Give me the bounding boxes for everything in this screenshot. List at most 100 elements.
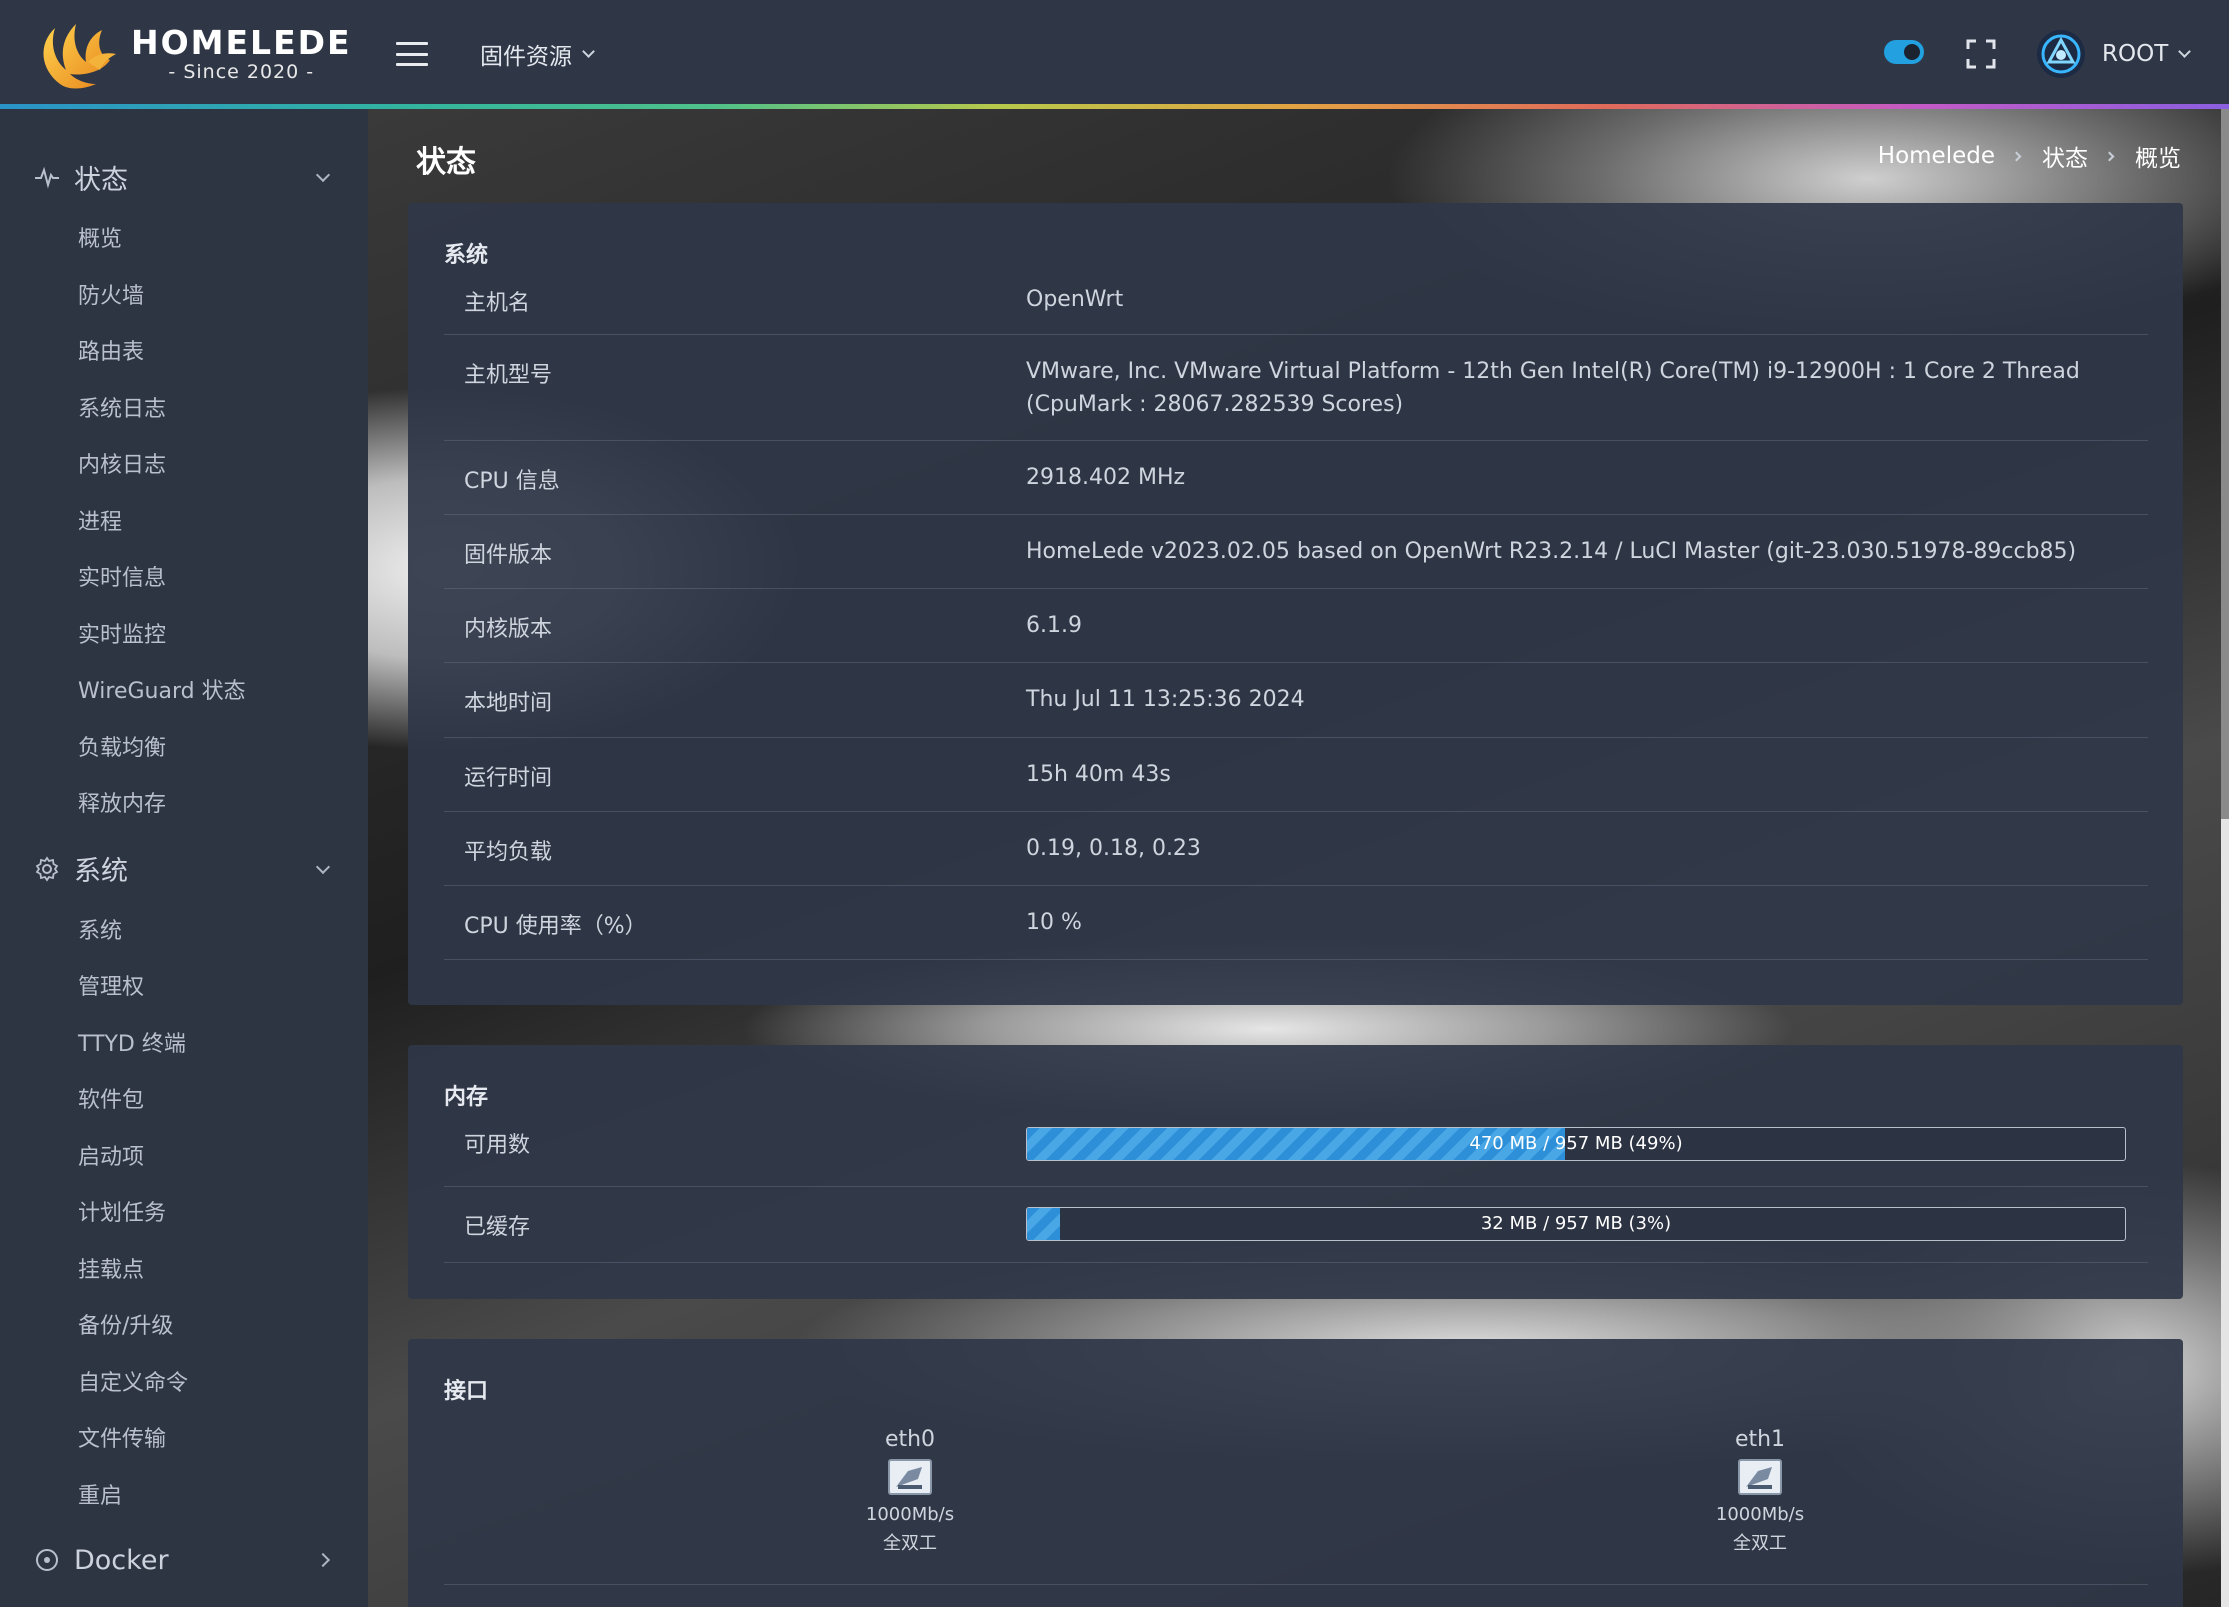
table-row: 运行时间 15h 40m 43s — [444, 738, 2148, 812]
sidebar-item-kernel-log[interactable]: 内核日志 — [0, 438, 368, 495]
table-row: 可用数 470 MB / 957 MB (49%) — [444, 1111, 2148, 1187]
sidebar-item-firewall[interactable]: 防火墙 — [0, 269, 368, 326]
table-row: 本地时间 Thu Jul 11 13:25:36 2024 — [444, 663, 2148, 738]
row-value: 15h 40m 43s — [1026, 762, 1171, 787]
table-row: 主机型号 VMware, Inc. VMware Virtual Platfor… — [444, 335, 2148, 441]
docker-icon — [36, 1549, 58, 1571]
sidebar-item-realtime-monitor[interactable]: 实时监控 — [0, 608, 368, 665]
row-key: CPU 信息 — [464, 469, 560, 494]
hamburger-line — [396, 42, 428, 45]
sidebar-item-mount-points[interactable]: 挂载点 — [0, 1243, 368, 1300]
firmware-resources-label: 固件资源 — [480, 44, 572, 70]
sidebar-item-packages[interactable]: 软件包 — [0, 1073, 368, 1130]
row-key: 主机型号 — [464, 363, 553, 388]
row-value: VMware, Inc. VMware Virtual Platform - 1… — [1026, 359, 2080, 417]
sidebar-item-routes[interactable]: 路由表 — [0, 325, 368, 382]
sidebar-item-free-memory[interactable]: 释放内存 — [0, 777, 368, 834]
menu-toggle-button[interactable] — [396, 42, 428, 66]
sidebar-item-syslog[interactable]: 系统日志 — [0, 382, 368, 439]
row-value: 6.1.9 — [1026, 613, 1082, 638]
row-value: 10 % — [1026, 910, 1082, 935]
hamburger-line — [396, 52, 428, 56]
brand-name: HOMELEDE — [131, 23, 352, 62]
table-row: CPU 信息 2918.402 MHz — [444, 441, 2148, 515]
row-key: 运行时间 — [464, 766, 553, 791]
sidebar-item-overview[interactable]: 概览 — [0, 212, 368, 269]
chevron-down-icon — [315, 859, 331, 874]
memory-card: 内存 可用数 470 MB / 957 MB (49%) 已缓存 32 MB /… — [408, 1045, 2183, 1299]
page-scrollbar[interactable] — [2221, 109, 2229, 1607]
row-key: 已缓存 — [464, 1215, 531, 1240]
sidebar: 状态 概览 防火墙 路由表 系统日志 内核日志 进程 实时信息 实时监控 Wir… — [0, 109, 368, 1607]
sidebar-group-label: Docker — [74, 1544, 169, 1576]
chevron-down-icon — [315, 167, 331, 183]
sidebar-item-backup-upgrade[interactable]: 备份/升级 — [0, 1299, 368, 1356]
interfaces-divider — [444, 1339, 2148, 1585]
sidebar-item-startup[interactable]: 启动项 — [0, 1130, 368, 1187]
table-row: 内核版本 6.1.9 — [444, 589, 2148, 663]
sidebar-item-realtime-info[interactable]: 实时信息 — [0, 551, 368, 608]
sidebar-item-admin[interactable]: 管理权 — [0, 960, 368, 1017]
table-row: 已缓存 32 MB / 957 MB (3%) — [444, 1187, 2148, 1263]
system-card-title: 系统 — [444, 243, 489, 268]
top-header: HOMELEDE - Since 2020 - 固件资源 ROOT — [0, 0, 2229, 108]
breadcrumb-item-home[interactable]: Homelede — [1878, 143, 1995, 169]
phoenix-logo-icon — [43, 24, 116, 89]
chevron-down-icon — [2178, 44, 2192, 58]
sidebar-item-custom-commands[interactable]: 自定义命令 — [0, 1356, 368, 1413]
table-row: 平均负载 0.19, 0.18, 0.23 — [444, 812, 2148, 886]
row-value: HomeLede v2023.02.05 based on OpenWrt R2… — [1026, 539, 2077, 564]
table-row: CPU 使用率（%） 10 % — [444, 886, 2148, 960]
brand-logo-area[interactable]: HOMELEDE - Since 2020 - — [30, 14, 360, 94]
chevron-right-icon — [315, 1552, 331, 1568]
sidebar-group-system[interactable]: 系统 — [0, 834, 368, 904]
sidebar-item-scheduled-tasks[interactable]: 计划任务 — [0, 1186, 368, 1243]
row-value: Thu Jul 11 13:25:36 2024 — [1026, 687, 1305, 712]
fullscreen-icon[interactable] — [1966, 39, 1996, 69]
page-title: 状态 — [416, 145, 476, 180]
gear-icon — [35, 855, 59, 882]
chevron-right-icon — [2011, 151, 2022, 161]
table-row: 固件版本 HomeLede v2023.02.05 based on OpenW… — [444, 515, 2148, 589]
sidebar-group-status[interactable]: 状态 — [0, 142, 368, 212]
row-key: 内核版本 — [464, 617, 553, 642]
row-key: 主机名 — [464, 291, 531, 316]
progress-text: 470 MB / 957 MB (49%) — [1469, 1133, 1683, 1154]
sidebar-group-docker[interactable]: Docker — [0, 1525, 368, 1595]
memory-cached-progress: 32 MB / 957 MB (3%) — [1026, 1207, 2126, 1241]
hamburger-line — [396, 63, 428, 66]
breadcrumb-item-overview: 概览 — [2135, 146, 2181, 172]
row-key: 平均负载 — [464, 840, 553, 865]
sidebar-group-label: 系统 — [74, 856, 128, 887]
firmware-resources-menu[interactable]: 固件资源 — [480, 36, 595, 72]
sidebar-item-processes[interactable]: 进程 — [0, 495, 368, 552]
table-row: 主机名 OpenWrt — [444, 269, 2148, 335]
avatar — [2037, 30, 2085, 78]
row-key: CPU 使用率（%） — [464, 914, 647, 939]
sidebar-item-load-balance[interactable]: 负载均衡 — [0, 721, 368, 778]
memory-available-progress: 470 MB / 957 MB (49%) — [1026, 1127, 2126, 1161]
progress-text: 32 MB / 957 MB (3%) — [1480, 1213, 1672, 1234]
sidebar-item-system[interactable]: 系统 — [0, 904, 368, 961]
breadcrumb-item-status[interactable]: 状态 — [2042, 139, 2088, 173]
brand-since: - Since 2020 - — [168, 61, 315, 83]
chevron-right-icon — [2104, 151, 2115, 161]
sidebar-item-reboot[interactable]: 重启 — [0, 1469, 368, 1526]
row-value: 0.19, 0.18, 0.23 — [1026, 836, 1201, 861]
main-content: 状态 Homelede 状态 概览 系统 主机名 OpenWrt 主机型号 VM… — [368, 109, 2229, 1607]
user-menu[interactable]: ROOT — [2036, 28, 2192, 80]
row-value: OpenWrt — [1026, 287, 1124, 312]
sidebar-group-label: 状态 — [74, 164, 128, 196]
row-key: 固件版本 — [464, 543, 553, 568]
theme-toggle-switch[interactable] — [1884, 40, 1924, 64]
user-name: ROOT — [2102, 41, 2169, 67]
sidebar-item-wireguard-status[interactable]: WireGuard 状态 — [0, 664, 368, 721]
row-key: 本地时间 — [464, 691, 553, 716]
chevron-down-icon — [582, 44, 595, 58]
row-key: 可用数 — [464, 1133, 531, 1158]
scrollbar-thumb[interactable] — [2221, 109, 2229, 819]
sidebar-item-file-transfer[interactable]: 文件传输 — [0, 1412, 368, 1469]
breadcrumb: Homelede 状态 概览 — [1878, 139, 2181, 173]
sidebar-item-ttyd-terminal[interactable]: TTYD 终端 — [0, 1017, 368, 1074]
interfaces-card: 接口 eth0 1000Mb/s 全双工 eth1 1000Mb/s 全双工 — [408, 1339, 2183, 1607]
